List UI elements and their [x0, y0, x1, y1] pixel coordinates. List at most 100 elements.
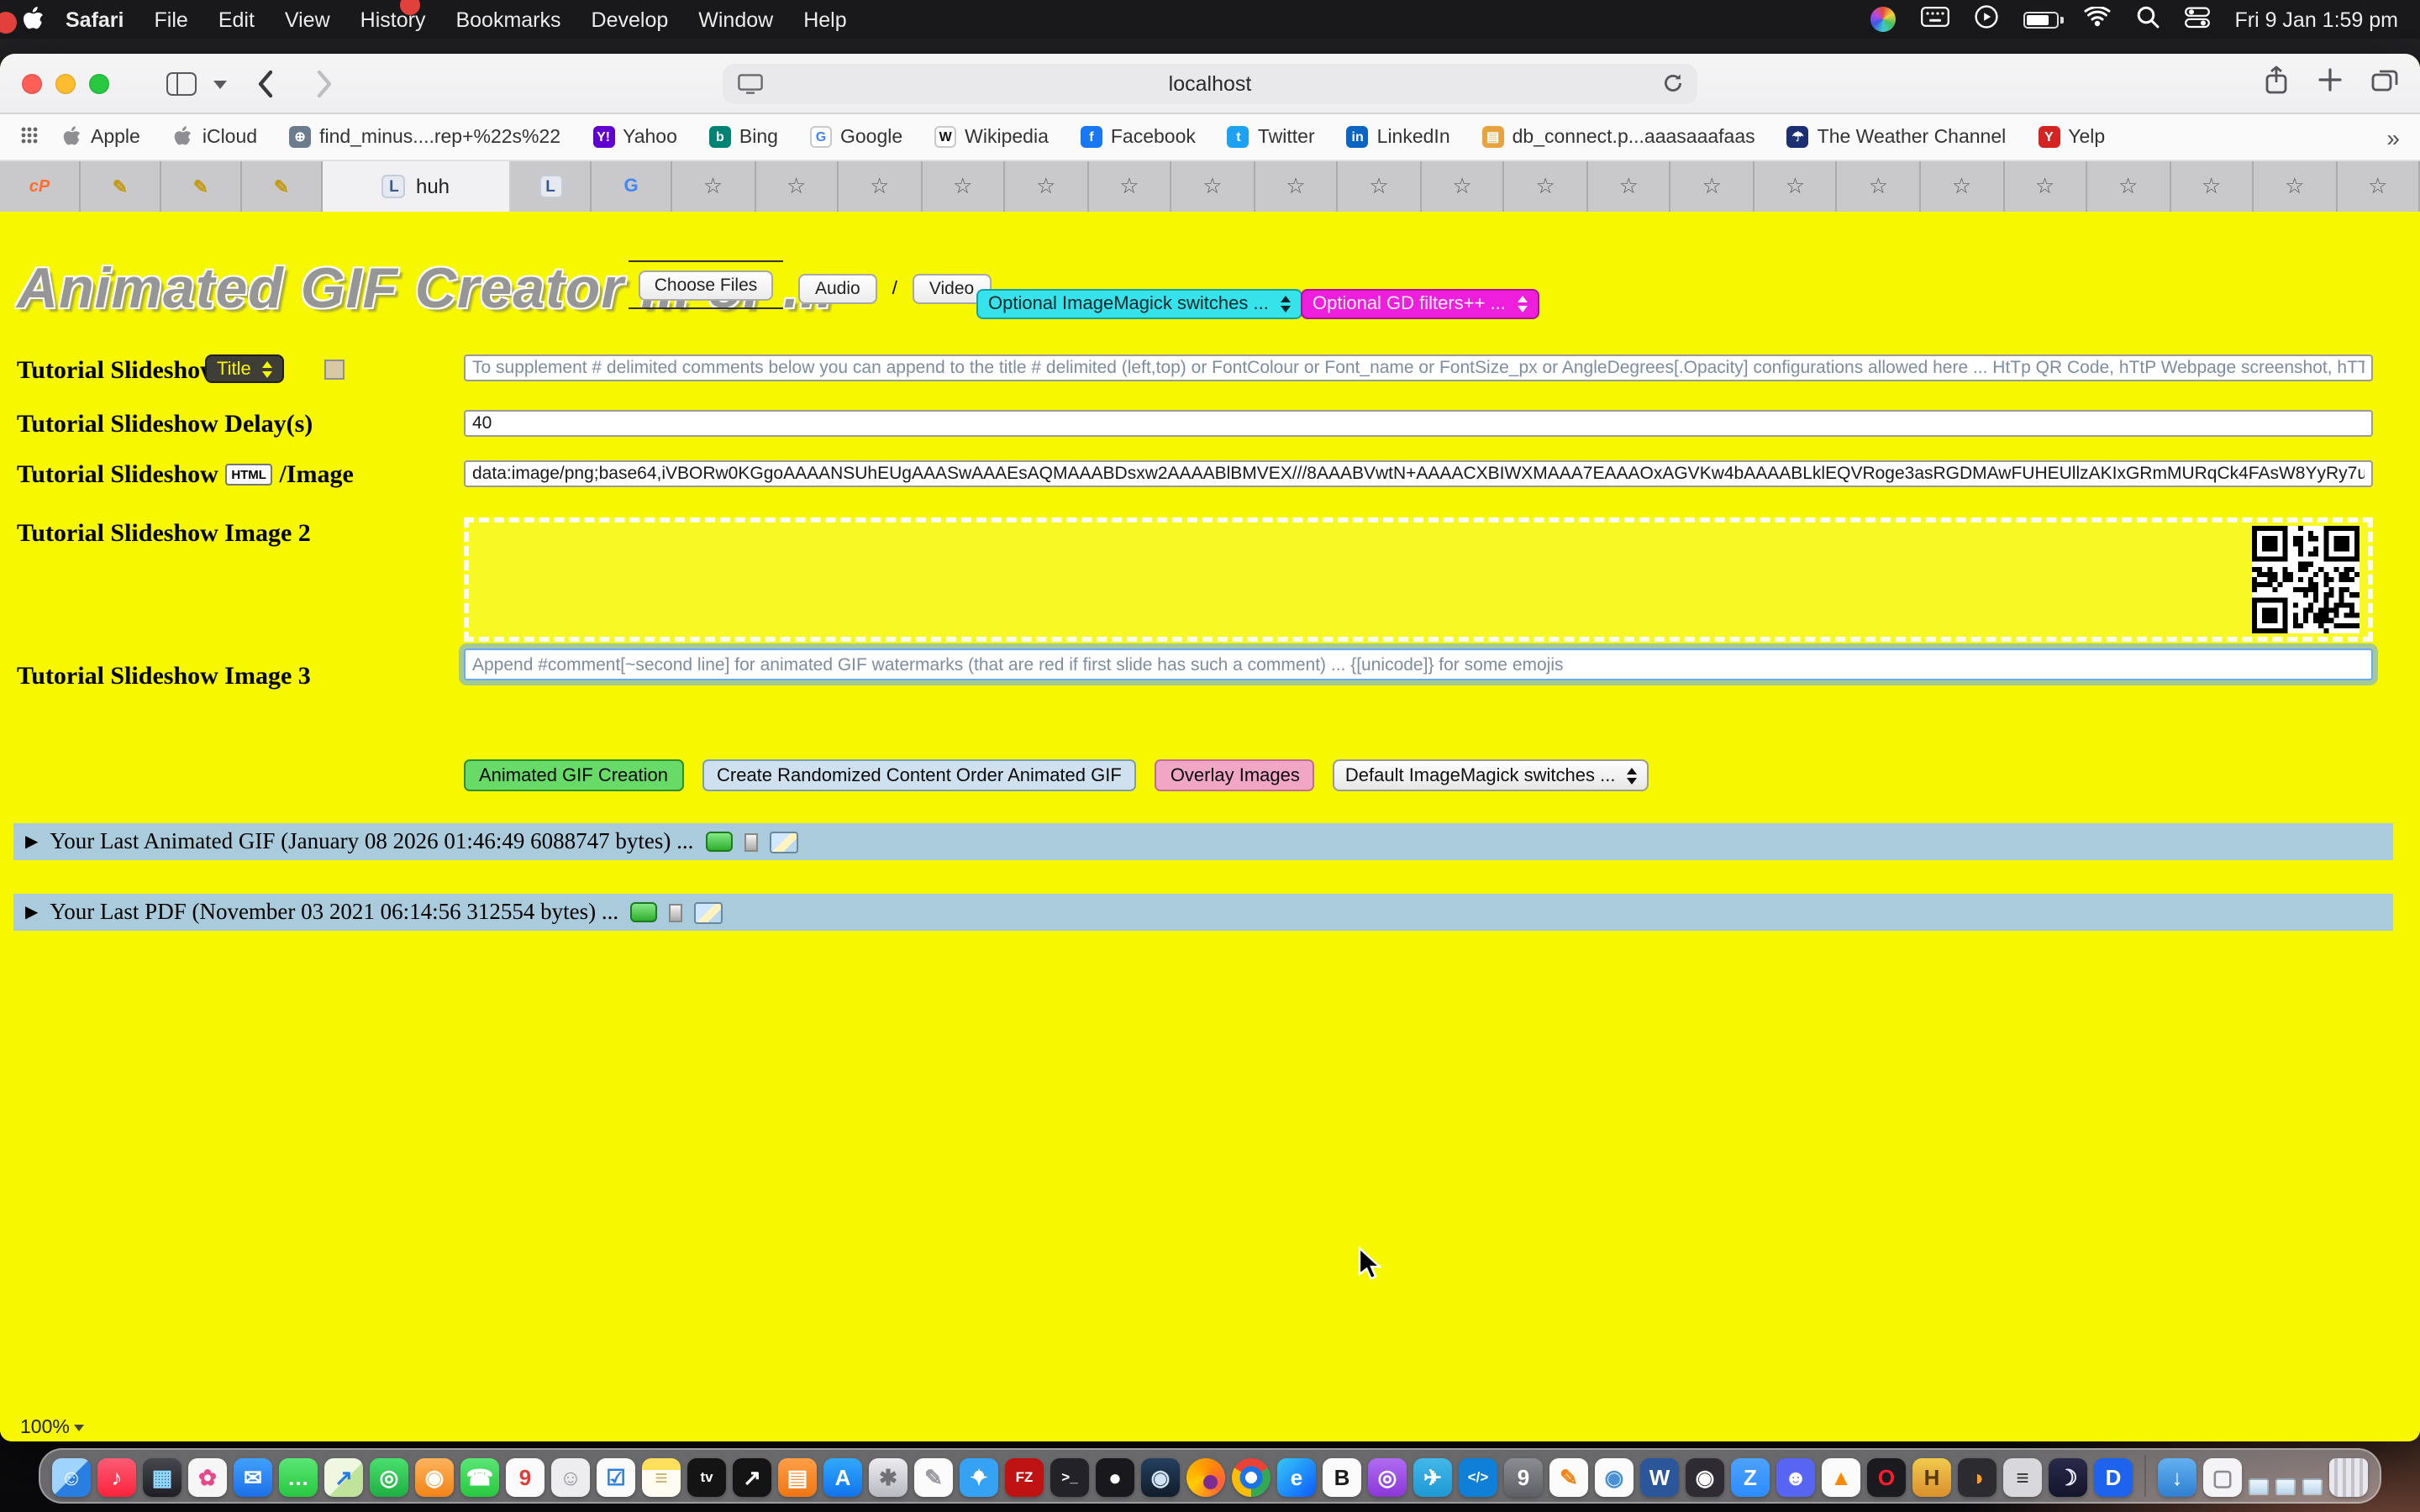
menubar-item-help[interactable]: Help [788, 8, 861, 31]
new-tab-icon[interactable] [2317, 67, 2343, 101]
docker-icon[interactable]: D [2094, 1458, 2133, 1497]
calendar-icon[interactable]: 9 [506, 1458, 544, 1497]
tab-empty-18[interactable]: ☆ [2087, 161, 2170, 212]
tab-google[interactable]: G [592, 161, 672, 212]
disclosure-triangle-icon[interactable]: ▶ [25, 903, 38, 921]
findmy-icon[interactable]: ◎ [370, 1458, 408, 1497]
tab-huh-active[interactable]: Lhuh [323, 161, 511, 212]
pages-icon[interactable]: ✎ [1549, 1458, 1588, 1497]
settings-icon[interactable]: ✱ [869, 1458, 908, 1497]
mail-icon[interactable]: ✉ [234, 1458, 272, 1497]
word-icon[interactable]: W [1640, 1458, 1679, 1497]
messages-icon[interactable]: … [279, 1458, 318, 1497]
minimized-window-2[interactable] [2275, 1478, 2296, 1495]
tab-empty-3[interactable]: ☆ [839, 161, 922, 212]
close-button[interactable] [22, 74, 42, 94]
tab-empty-8[interactable]: ☆ [1255, 161, 1338, 212]
menubar-item-safari[interactable]: Safari [50, 8, 139, 31]
share-icon[interactable] [2264, 65, 2289, 103]
forward-button[interactable] [316, 69, 334, 108]
maps-icon[interactable]: ↗ [324, 1458, 363, 1497]
battery-icon[interactable] [2023, 11, 2058, 28]
firefox-icon[interactable] [1186, 1458, 1225, 1497]
gif-preview-icon[interactable] [705, 832, 732, 852]
podcasts-icon[interactable]: ◎ [1368, 1458, 1407, 1497]
search-icon[interactable] [2135, 5, 2159, 34]
external-display-icon[interactable]: ▢ [2203, 1458, 2242, 1497]
minimized-window-1[interactable] [2249, 1478, 2269, 1495]
overlay-images-button[interactable]: Overlay Images [1155, 759, 1315, 791]
tab-empty-1[interactable]: ☆ [672, 161, 755, 212]
apple-menu-icon[interactable] [22, 7, 44, 32]
handbrake-icon[interactable]: H [1912, 1458, 1951, 1497]
tab-empty-5[interactable]: ☆ [1005, 161, 1088, 212]
image-preview-icon[interactable] [694, 901, 723, 923]
edge-icon[interactable]: e [1277, 1458, 1316, 1497]
tab-empty-4[interactable]: ☆ [922, 161, 1005, 212]
control-center-icon[interactable] [2184, 6, 2209, 33]
delay-input[interactable] [464, 410, 2373, 437]
notes-icon[interactable]: ≡ [642, 1458, 681, 1497]
bookmarks-grid-icon[interactable] [20, 125, 39, 149]
address-bar[interactable]: localhost [723, 64, 1697, 104]
books-icon[interactable]: ▤ [778, 1458, 817, 1497]
tab-empty-2[interactable]: ☆ [755, 161, 839, 212]
tab-empty-19[interactable]: ☆ [2170, 161, 2254, 212]
favorite-wikipedia[interactable]: WWikipedia [934, 126, 1049, 148]
favorite-icloud[interactable]: iCloud [172, 126, 257, 148]
title-checkbox[interactable] [324, 360, 345, 380]
tab-empty-11[interactable]: ☆ [1505, 161, 1588, 212]
favorite-the-weather-channel[interactable]: ☂The Weather Channel [1787, 126, 2007, 148]
favorite-apple[interactable]: Apple [60, 126, 140, 148]
tab-empty-15[interactable]: ☆ [1838, 161, 1921, 212]
favorite-google[interactable]: GGoogle [810, 126, 902, 148]
downloads-folder-icon[interactable]: ↓ [2158, 1458, 2196, 1497]
moon-icon[interactable]: ☽ [2049, 1458, 2087, 1497]
html-badge[interactable]: HTML [224, 464, 273, 486]
tab-empty-14[interactable]: ☆ [1754, 161, 1838, 212]
github-icon[interactable]: ● [1096, 1458, 1134, 1497]
menubar-item-develop[interactable]: Develop [576, 8, 684, 31]
play-icon[interactable] [1974, 5, 1997, 34]
favorite-find-minus-rep-22s-22[interactable]: ⊕find_minus....rep+%22s%22 [289, 126, 560, 148]
image2-dropzone[interactable] [464, 517, 2373, 642]
telegram-icon[interactable]: ✈ [1413, 1458, 1452, 1497]
gif-preview-icon[interactable] [630, 902, 657, 922]
minimized-window-3[interactable] [2302, 1478, 2323, 1495]
music-icon[interactable]: ♪ [97, 1458, 136, 1497]
stocks-icon[interactable]: ↗ [733, 1458, 771, 1497]
favorite-yelp[interactable]: YYelp [2038, 126, 2105, 148]
audio-button[interactable]: Audio [798, 274, 877, 304]
title-config-input[interactable] [464, 354, 2373, 381]
menubar-item-file[interactable]: File [139, 8, 203, 31]
favorites-overflow-icon[interactable]: » [2386, 123, 2400, 150]
photobooth-icon[interactable]: ◉ [415, 1458, 454, 1497]
appstore-icon[interactable]: A [823, 1458, 862, 1497]
reminders-icon[interactable]: ☑ [597, 1458, 635, 1497]
blender-icon[interactable]: ◑ [1958, 1458, 1996, 1497]
tab-empty-13[interactable]: ☆ [1671, 161, 1754, 212]
finder-icon[interactable]: ☺ [52, 1458, 91, 1497]
back-button[interactable] [255, 69, 274, 108]
menubar-item-window[interactable]: Window [683, 8, 788, 31]
last-pdf-summary[interactable]: ▶ Your Last PDF (November 03 2021 06:14:… [13, 894, 2393, 931]
obs-icon[interactable]: ◉ [1686, 1458, 1724, 1497]
tab-empty-9[interactable]: ☆ [1339, 161, 1422, 212]
tab-tool-2[interactable]: ✎ [161, 161, 242, 212]
photos-icon[interactable]: ✿ [188, 1458, 227, 1497]
tab-tool-3[interactable]: ✎ [242, 161, 323, 212]
preview-icon[interactable]: ◉ [1595, 1458, 1634, 1497]
menubar-app-icon[interactable] [1870, 7, 1895, 32]
filezilla-icon[interactable]: FZ [1005, 1458, 1044, 1497]
tab-tool-1[interactable]: ✎ [81, 161, 161, 212]
disclosure-triangle-icon[interactable]: ▶ [25, 832, 38, 851]
menubar-item-bookmarks[interactable]: Bookmarks [440, 8, 576, 31]
tab-empty-6[interactable]: ☆ [1088, 161, 1171, 212]
reload-icon[interactable] [1662, 72, 1684, 99]
launchpad-icon[interactable]: ▦ [143, 1458, 182, 1497]
randomized-gif-button[interactable]: Create Randomized Content Order Animated… [702, 759, 1137, 791]
tab-empty-12[interactable]: ☆ [1588, 161, 1671, 212]
choose-files-button[interactable]: Choose Files [639, 270, 773, 301]
tab-empty-7[interactable]: ☆ [1171, 161, 1255, 212]
title-select[interactable]: Title [205, 354, 285, 383]
